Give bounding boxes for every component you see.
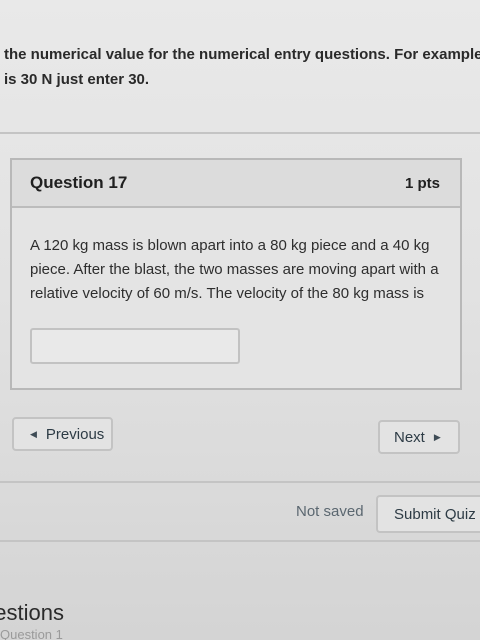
next-button-label: Next: [394, 428, 425, 446]
question-card: Question 17 1 pts A 120 kg mass is blown…: [10, 158, 462, 390]
question-text: A 120 kg mass is blown apart into a 80 k…: [30, 237, 439, 302]
divider: [0, 481, 480, 483]
divider: [0, 540, 480, 542]
previous-button-label: Previous: [45, 425, 105, 443]
question-header: Question 17 1 pts: [12, 160, 460, 208]
numerical-answer-input[interactable]: [30, 328, 240, 364]
next-button[interactable]: Next ▶: [378, 420, 460, 454]
submit-quiz-label: Submit Quiz: [394, 505, 476, 523]
previous-button[interactable]: ◀ Previous: [12, 417, 113, 451]
question-title: Question 17: [30, 173, 128, 192]
question-body: A 120 kg mass is blown apart into a 80 k…: [12, 208, 460, 364]
questions-list-heading: uestions: [0, 600, 64, 625]
instructions-line-1: the numerical value for the numerical en…: [4, 46, 480, 63]
question-points: 1 pts: [404, 174, 440, 192]
triangle-right-icon: ▶: [433, 431, 441, 442]
quiz-page: the numerical value for the numerical en…: [0, 0, 480, 640]
instructions-line-2: is 30 N just enter 30.: [4, 71, 150, 88]
question-list-link[interactable]: Question 1: [0, 627, 63, 640]
save-status: Not saved: [296, 503, 364, 520]
submit-quiz-button[interactable]: Submit Quiz: [376, 495, 480, 533]
divider: [0, 132, 480, 134]
quiz-instructions: the numerical value for the numerical en…: [4, 42, 480, 92]
triangle-left-icon: ◀: [30, 428, 37, 439]
